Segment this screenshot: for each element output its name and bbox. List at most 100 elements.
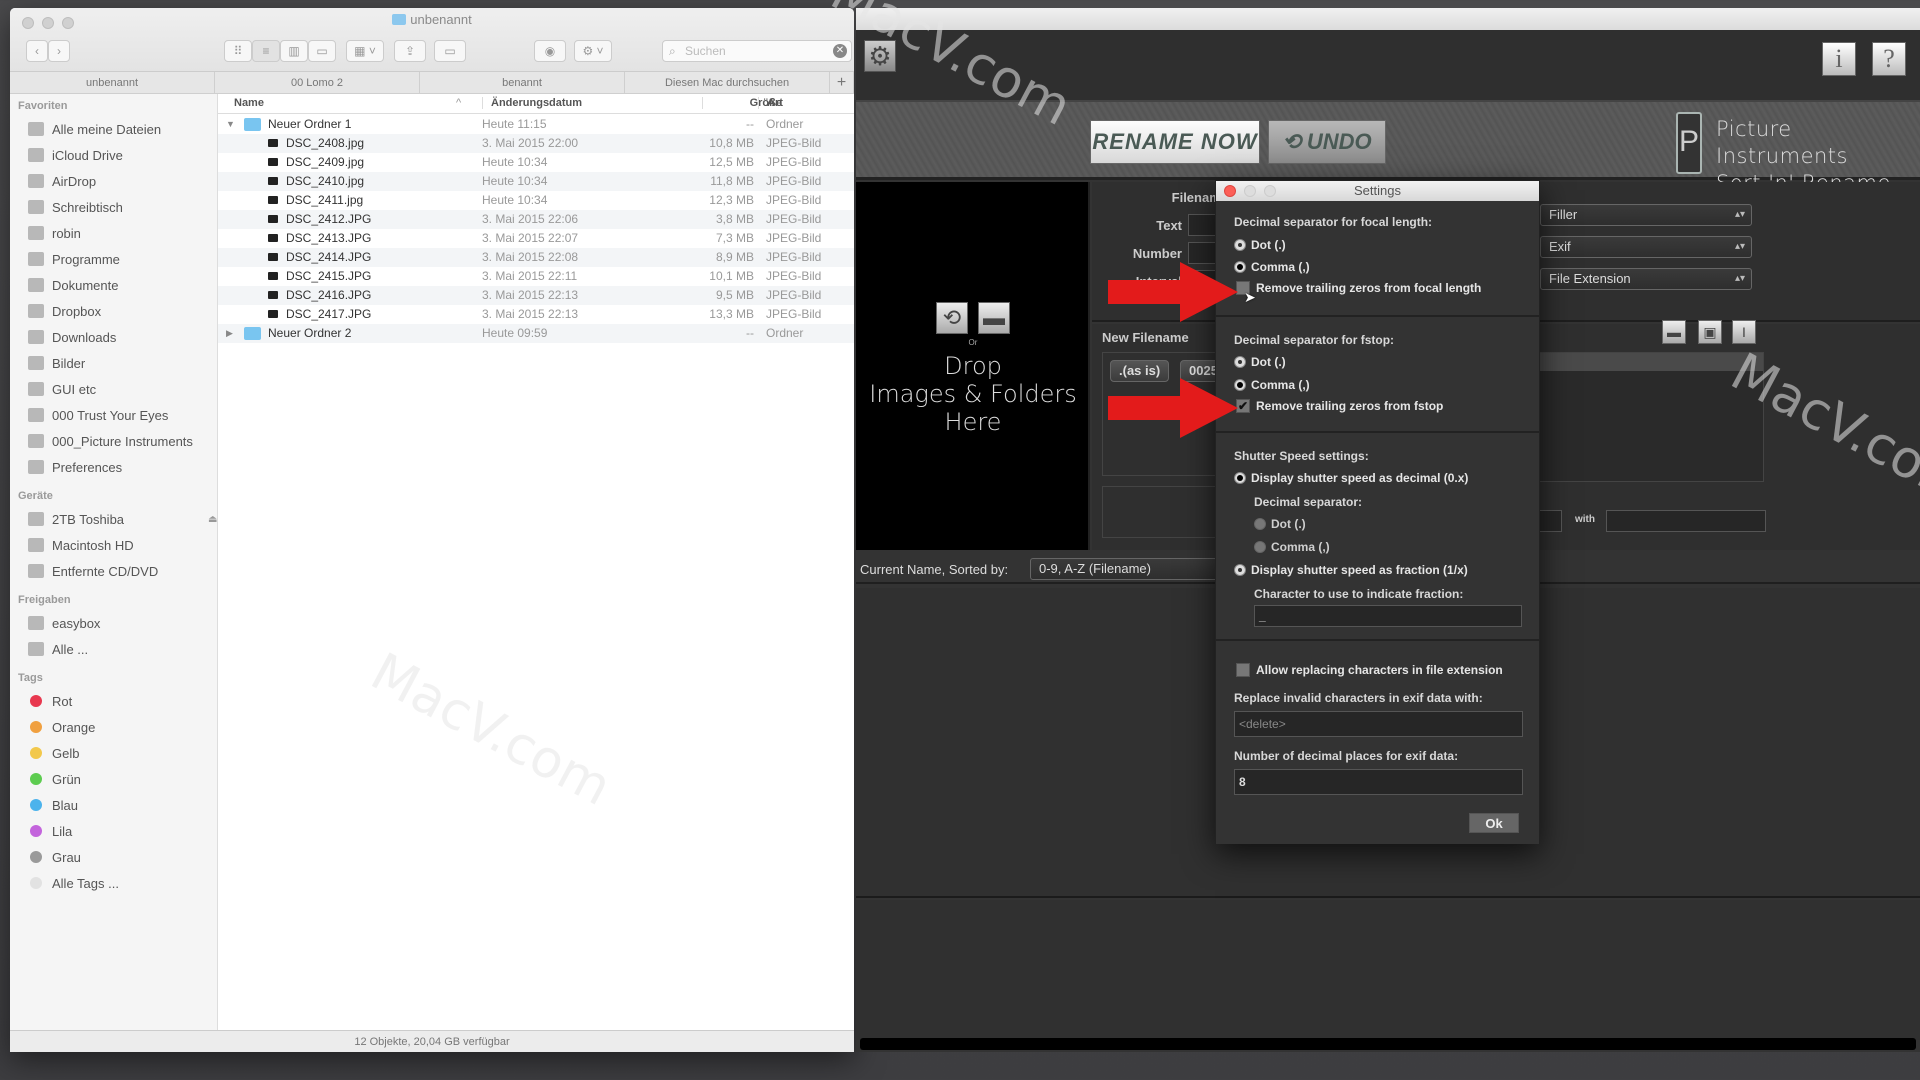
file-row[interactable]: ▶ Neuer Ordner 2 Heute 09:59 -- Ordner	[218, 324, 854, 343]
arrange-button[interactable]: ▦ ˅	[346, 40, 384, 62]
sidebar-item[interactable]: Macintosh HD	[28, 534, 134, 556]
select-exif[interactable]: Exif ▴▾	[1540, 236, 1752, 258]
tab-search-this-mac[interactable]: Diesen Mac durchsuchen	[625, 72, 830, 93]
sidebar-item[interactable]: Lila	[28, 820, 72, 842]
action-gear-button[interactable]: ⚙ ˅	[574, 40, 612, 62]
file-row[interactable]: DSC_2411.jpg Heute 10:34 12,3 MB JPEG-Bild	[218, 191, 854, 210]
eject-icon[interactable]: ⏏	[208, 514, 217, 525]
file-row[interactable]: DSC_2417.JPG 3. Mai 2015 22:13 13,3 MB JPEG…	[218, 305, 854, 324]
tab-benannt[interactable]: benannt	[420, 72, 625, 93]
sidebar-item[interactable]: Dokumente	[28, 274, 118, 296]
disclosure-expanded-icon[interactable]: ▼	[226, 115, 235, 134]
sidebar-item[interactable]: Orange	[28, 716, 95, 738]
file-name: DSC_2409.jpg	[286, 155, 365, 169]
sidebar-item[interactable]: Grau	[28, 846, 81, 868]
save-preset-icon[interactable]: ▣	[1698, 320, 1722, 344]
sidebar-item[interactable]: Downloads	[28, 326, 116, 348]
focal-dot-radio[interactable]: Dot (.)	[1234, 238, 1286, 252]
ok-button[interactable]: Ok	[1469, 813, 1519, 833]
sidebar-item[interactable]: easybox	[28, 612, 100, 634]
tags-button[interactable]: ▭	[434, 40, 466, 62]
shutter-decimal-radio[interactable]: Display shutter speed as decimal (0.x)	[1234, 471, 1468, 485]
column-kind[interactable]: Art	[758, 97, 783, 109]
sidebar-item[interactable]: Gelb	[28, 742, 79, 764]
sidebar-item[interactable]: Rot	[28, 690, 72, 712]
sidebar-item[interactable]: Preferences	[28, 456, 122, 478]
allow-extension-checkbox[interactable]: Allow replacing characters in file exten…	[1236, 663, 1503, 677]
coverflow-view-button[interactable]: ▭	[308, 40, 336, 62]
open-folder-icon[interactable]: ▬	[978, 302, 1010, 334]
file-row[interactable]: ▼ Neuer Ordner 1 Heute 11:15 -- Ordner	[218, 115, 854, 134]
drop-line-3: Here	[944, 408, 1002, 436]
with-input[interactable]	[1606, 510, 1766, 532]
column-name[interactable]: Name	[234, 97, 264, 109]
rename-preset-icon[interactable]: I	[1732, 320, 1756, 344]
horizontal-scrollbar[interactable]	[860, 1038, 1916, 1050]
help-button[interactable]: ?	[1872, 42, 1906, 76]
search-input[interactable]: ⌕ Suchen ✕	[662, 40, 852, 62]
file-row[interactable]: DSC_2415.JPG 3. Mai 2015 22:11 10,1 MB JPEG…	[218, 267, 854, 286]
file-row[interactable]: DSC_2408.jpg 3. Mai 2015 22:00 10,8 MB JPEG…	[218, 134, 854, 153]
file-row[interactable]: DSC_2414.JPG 3. Mai 2015 22:08 8,9 MB JPEG-…	[218, 248, 854, 267]
sidebar-item[interactable]: Dropbox	[28, 300, 101, 322]
forward-button[interactable]: ›	[48, 40, 70, 62]
tab-unbenannt[interactable]: unbenannt	[10, 72, 215, 93]
column-date[interactable]: Änderungsdatum	[482, 97, 582, 109]
disclosure-collapsed-icon[interactable]: ▶	[226, 324, 233, 343]
add-tab-button[interactable]: +	[830, 72, 854, 93]
fstop-comma-radio[interactable]: Comma (,)	[1234, 378, 1310, 392]
sidebar-item[interactable]: AirDrop	[28, 170, 96, 192]
decimal-places-input[interactable]: 8	[1234, 769, 1523, 795]
fstop-dot-radio[interactable]: Dot (.)	[1234, 355, 1286, 369]
file-row[interactable]: DSC_2409.jpg Heute 10:34 12,5 MB JPEG-Bild	[218, 153, 854, 172]
sidebar-item[interactable]: Alle ...	[28, 638, 88, 660]
sidebar-item[interactable]: Schreibtisch	[28, 196, 123, 218]
file-row[interactable]: DSC_2412.JPG 3. Mai 2015 22:06 3,8 MB JPEG-…	[218, 210, 854, 229]
shutter-fraction-radio[interactable]: Display shutter speed as fraction (1/x)	[1234, 563, 1468, 577]
focal-comma-label: Comma (,)	[1251, 260, 1310, 274]
settings-gear-button[interactable]: ⚙	[864, 40, 896, 72]
sidebar-item[interactable]: 2TB Toshiba ⏏	[28, 508, 217, 530]
tab-00-lomo-2[interactable]: 00 Lomo 2	[215, 72, 420, 93]
info-button[interactable]: i	[1822, 42, 1856, 76]
focal-trailing-checkbox[interactable]: Remove trailing zeros from focal length	[1236, 281, 1481, 295]
select-filler[interactable]: Filler ▴▾	[1540, 204, 1752, 226]
sidebar-item[interactable]: Blau	[28, 794, 78, 816]
sidebar-item[interactable]: Bilder	[28, 352, 85, 374]
sidebar-item[interactable]: Alle Tags ...	[28, 872, 119, 894]
sidebar-item[interactable]: 000_Picture Instruments	[28, 430, 193, 452]
quicklook-button[interactable]: ◉	[534, 40, 566, 62]
column-view-button[interactable]: ▥	[280, 40, 308, 62]
sidebar-item[interactable]: iCloud Drive	[28, 144, 123, 166]
shutter-comma-radio[interactable]: Comma (,)	[1254, 540, 1330, 554]
fraction-char-input[interactable]: _	[1254, 605, 1522, 627]
clear-search-icon[interactable]: ✕	[833, 44, 847, 58]
sidebar-item[interactable]: Grün	[28, 768, 81, 790]
close-dialog-button[interactable]	[1224, 185, 1236, 197]
sidebar-item[interactable]: 000 Trust Your Eyes	[28, 404, 168, 426]
sidebar-item[interactable]: Alle meine Dateien	[28, 118, 161, 140]
icon-view-button[interactable]: ⠿	[224, 40, 252, 62]
share-button[interactable]: ⇪	[394, 40, 426, 62]
sidebar-section-header: Favoriten	[18, 100, 68, 112]
open-preset-icon[interactable]: ▬	[1662, 320, 1686, 344]
replace-invalid-input[interactable]: <delete>	[1234, 711, 1523, 737]
fstop-trailing-checkbox[interactable]: ✔ Remove trailing zeros from fstop	[1236, 399, 1443, 413]
file-row[interactable]: DSC_2413.JPG 3. Mai 2015 22:07 7,3 MB JPEG-…	[218, 229, 854, 248]
reload-icon[interactable]: ⟲	[936, 302, 968, 334]
select-file-extension[interactable]: File Extension ▴▾	[1540, 268, 1752, 290]
shutter-dot-radio[interactable]: Dot (.)	[1254, 517, 1306, 531]
sidebar-item[interactable]: GUI etc	[28, 378, 96, 400]
file-row[interactable]: DSC_2410.jpg Heute 10:34 11,8 MB JPEG-Bild	[218, 172, 854, 191]
back-button[interactable]: ‹	[26, 40, 48, 62]
list-view-button[interactable]: ≡	[252, 40, 280, 62]
sidebar-item[interactable]: Entfernte CD/DVD	[28, 560, 158, 582]
rename-now-button[interactable]: RENAME NOW	[1090, 120, 1260, 164]
drop-zone[interactable]: ⟲ ▬ Or Drop Images & Folders Here	[856, 182, 1090, 550]
preview-area	[1102, 486, 1222, 538]
focal-comma-radio[interactable]: Comma (,)	[1234, 260, 1310, 274]
undo-button[interactable]: ⟲ UNDO	[1268, 120, 1386, 164]
file-row[interactable]: DSC_2416.JPG 3. Mai 2015 22:13 9,5 MB JPEG-…	[218, 286, 854, 305]
sidebar-item[interactable]: Programme	[28, 248, 120, 270]
sidebar-item[interactable]: robin	[28, 222, 81, 244]
